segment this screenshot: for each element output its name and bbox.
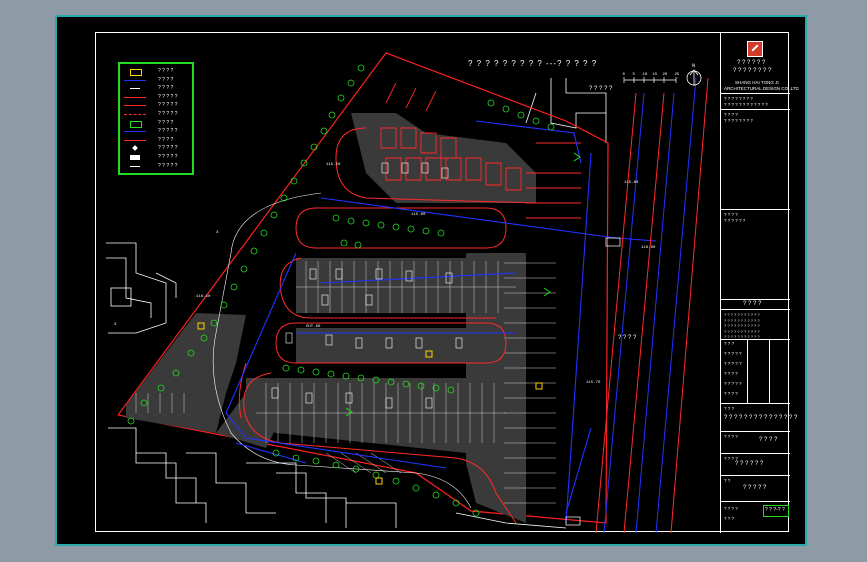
drawing-outer-frame: 115.50 115.00 OUT.60 116.10 115.80 116.0…	[55, 15, 807, 546]
legend-item: ? ? ? ? ?	[124, 111, 190, 118]
sub-value: ? ? ? ? ? ?	[735, 461, 764, 467]
legend-item: ? ? ? ? ?	[124, 94, 190, 101]
drawing-name-value: ? ? ? ? ? ? ? ? ? ? ? ? ? ? ?	[724, 415, 798, 421]
sign-row: ? ? ? ? ? ? ? ? ? ? ?	[724, 323, 760, 328]
svg-text:OUT.60: OUT.60	[306, 325, 321, 329]
staff-row: ? ? ? ? ?	[724, 351, 742, 356]
legend-box: ? ? ? ?? ? ? ?? ? ? ?? ? ? ? ?? ? ? ? ??…	[118, 62, 194, 175]
cert-no-2: ? ? ? ? ? ? ? ?	[724, 118, 753, 123]
svg-text:115.00: 115.00	[411, 213, 426, 217]
legend-label: ? ? ? ?	[158, 76, 174, 83]
north-arrow-icon	[686, 69, 702, 86]
scale-label: 25	[675, 73, 680, 77]
stage-value: ? ? ? ? ?	[743, 485, 767, 491]
legend-item: ? ? ? ?	[124, 137, 190, 144]
legend-symbol-icon	[124, 79, 146, 81]
sign-row: ? ? ? ? ? ? ? ? ? ? ?	[724, 317, 760, 323]
staff-row: ? ? ?	[724, 341, 735, 346]
scale-label: 10	[643, 73, 648, 77]
company-name-2: ? ? ? ? ? ? ? ?	[733, 68, 772, 74]
svg-text:115.80: 115.80	[624, 181, 639, 185]
scale-label: 5	[633, 73, 636, 77]
legend-label: ? ? ? ?	[158, 85, 174, 92]
legend-item: ? ? ? ?	[124, 77, 190, 84]
sign-row: ? ? ? ? ? ? ? ? ? ? ?	[724, 312, 760, 317]
svg-text:115.70: 115.70	[586, 381, 601, 385]
legend-label: ? ? ? ? ?	[158, 93, 178, 100]
legend-symbol-icon	[124, 139, 146, 141]
project-no-label: ? ? ? ?	[724, 434, 738, 439]
legend-label: ? ? ? ?	[158, 119, 174, 126]
legend-item: ? ? ? ?	[124, 119, 190, 128]
legend-label: ? ? ? ? ?	[158, 102, 178, 109]
legend-symbol-icon	[124, 114, 146, 115]
legend-label: ? ? ? ?	[158, 136, 174, 143]
legend-item: ? ? ? ? ?	[124, 128, 190, 135]
staff-row: ? ? ? ? ?	[724, 361, 742, 366]
legend-symbol-icon	[132, 145, 138, 152]
scale-bar	[623, 77, 677, 83]
sheet-no: ? ? ? ?	[724, 506, 738, 511]
legend-label: ? ? ? ? ?	[158, 145, 178, 152]
north-label: N	[692, 63, 695, 69]
legend-symbol-icon	[130, 165, 140, 167]
legend-item: ? ? ? ? ?	[124, 163, 190, 170]
sign-header: ? ? ? ?	[743, 301, 762, 307]
main-road	[595, 77, 709, 533]
staff-row: ? ? ? ?	[724, 391, 738, 396]
date-label: ? ? ?	[724, 516, 735, 521]
svg-text:115.50: 115.50	[326, 163, 341, 167]
svg-text:116.00: 116.00	[641, 246, 656, 250]
svg-text:3: 3	[114, 323, 117, 327]
staff-row: ? ? ? ?	[724, 371, 738, 376]
legend-symbol-icon	[130, 69, 142, 76]
company-name: ? ? ? ? ? ?	[737, 60, 766, 66]
legend-label: ? ? ? ? ?	[158, 162, 178, 169]
legend-item: ? ? ? ?	[124, 68, 190, 76]
scale-label: 0	[623, 73, 626, 77]
scale-label: 20	[663, 73, 668, 77]
cert-line-2: ? ? ? ? ? ? ? ? ? ? ? ?	[724, 102, 768, 107]
drawing-name-label: ? ? ?	[724, 406, 735, 411]
legend-label: ? ? ? ? ?	[158, 111, 178, 117]
company-logo-icon	[747, 41, 763, 57]
title-block: ? ? ? ? ? ? ? ? ? ? ? ? ? ? SHANG HAI TO…	[720, 33, 799, 533]
company-name-en-2: ARCHITECTURAL DESIGN CO.,LTD	[724, 86, 799, 91]
sign-row: ? ? ? ? ? ? ? ? ? ? ?	[724, 328, 760, 334]
svg-text:3: 3	[216, 231, 219, 235]
road-label-left: ? ? ? ? ?	[589, 86, 613, 92]
legend-label: ? ? ? ?	[158, 68, 174, 74]
legend-item: ? ? ? ? ?	[124, 102, 190, 109]
road-label-right: ? ? ? ?	[618, 335, 637, 341]
legend-symbol-icon	[130, 88, 140, 90]
drawing-title: ? ? ? ? ? ? ? ? ? ---? ? ? ? ?	[468, 59, 598, 68]
legend-label: ? ? ? ? ?	[158, 154, 178, 160]
project-value: ? ? ? ? ? ?	[724, 218, 746, 223]
legend-symbol-icon	[130, 120, 142, 128]
stage-label: ? ?	[724, 478, 731, 483]
svg-text:116.10: 116.10	[196, 295, 211, 299]
project-no-value: ? ? ? ?	[759, 437, 778, 443]
legend-symbol-icon	[130, 155, 140, 160]
legend-symbol-icon	[124, 131, 146, 133]
sheet-id: ? ? ?-? ?	[765, 507, 785, 513]
legend-symbol-icon	[124, 105, 146, 107]
legend-item: ? ? ? ?	[124, 85, 190, 92]
scale-label: 15	[653, 73, 658, 77]
legend-item: ? ? ? ? ?	[124, 154, 190, 161]
legend-label: ? ? ? ? ?	[158, 128, 178, 135]
legend-item: ? ? ? ? ?	[124, 145, 190, 152]
staff-row: ? ? ? ? ?	[724, 381, 742, 386]
legend-symbol-icon	[124, 96, 146, 98]
drawing-inner-border: 115.50 115.00 OUT.60 116.10 115.80 116.0…	[95, 32, 799, 533]
